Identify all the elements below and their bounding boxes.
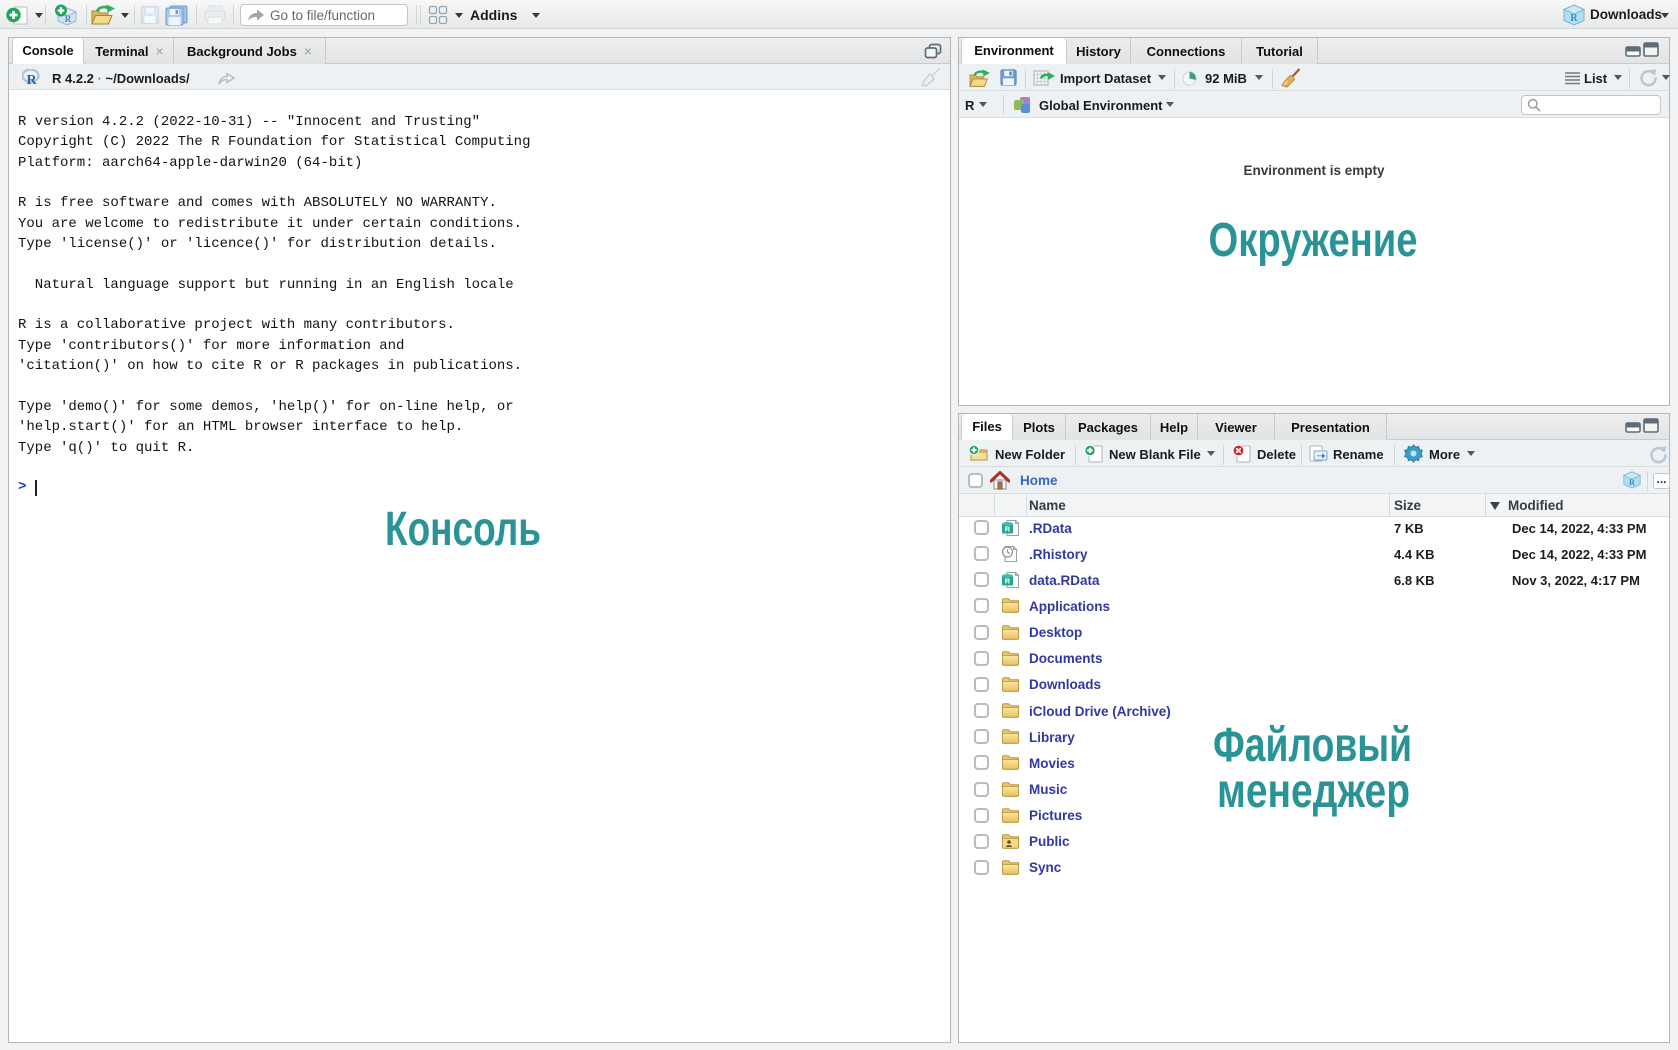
svg-text:R: R xyxy=(1629,478,1635,487)
svg-text:R: R xyxy=(1005,577,1011,586)
svg-text:менеджер: менеджер xyxy=(1217,765,1410,818)
svg-text:Консоль: Консоль xyxy=(385,503,541,556)
svg-text:Окружение: Окружение xyxy=(1209,214,1418,267)
svg-text:R: R xyxy=(1005,525,1011,534)
svg-text:R: R xyxy=(65,14,72,24)
svg-text:R: R xyxy=(1570,13,1578,24)
svg-text:R: R xyxy=(26,73,37,85)
